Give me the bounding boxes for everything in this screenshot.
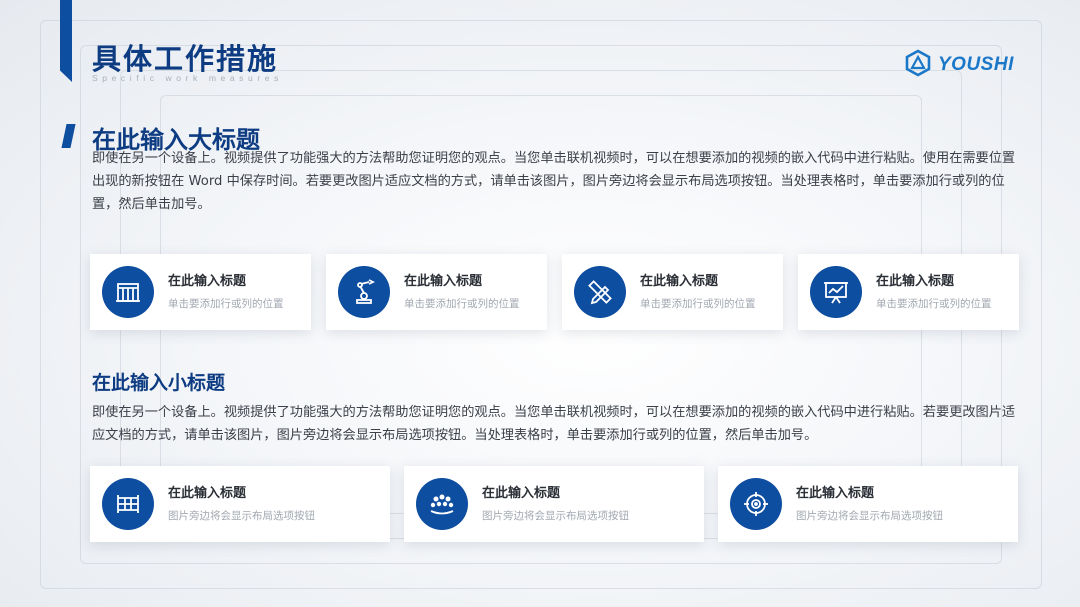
card: 在此输入标题 单击要添加行或列的位置 — [798, 254, 1019, 330]
presentation-chart-icon — [810, 266, 862, 318]
card-title: 在此输入标题 — [168, 486, 247, 501]
subsection-paragraph: 即使在另一个设备上。视频提供了功能强大的方法帮助您证明您的观点。当您单击联机视频… — [92, 405, 1016, 443]
card-title: 在此输入标题 — [168, 274, 247, 289]
logo-text: YOUSHI — [938, 54, 1014, 75]
card-title: 在此输入标题 — [482, 486, 561, 501]
pencil-ruler-icon — [574, 266, 626, 318]
card: 在此输入标题 单击要添加行或列的位置 — [562, 254, 783, 330]
section-paragraph: 即使在另一个设备上。视频提供了功能强大的方法帮助您证明您的观点。当您单击联机视频… — [92, 151, 1016, 212]
card-desc: 单击要添加行或列的位置 — [640, 298, 756, 310]
card-desc: 图片旁边将会显示布局选项按钮 — [168, 510, 315, 522]
card-title: 在此输入标题 — [640, 274, 719, 289]
section-cards: 在此输入标题 单击要添加行或列的位置 在此输入标题 单击要添加行或列的位置 在此… — [90, 254, 1019, 330]
logo: YOUSHI — [905, 49, 1014, 81]
page-title: 具体工作措施 — [92, 42, 279, 76]
card: 在此输入标题 单击要添加行或列的位置 — [90, 254, 311, 330]
card-title: 在此输入标题 — [796, 486, 875, 501]
card-title: 在此输入标题 — [876, 274, 955, 289]
target-icon — [730, 478, 782, 530]
card: 在此输入标题 单击要添加行或列的位置 — [326, 254, 547, 330]
subsection-title: 在此输入小标题 — [92, 372, 226, 394]
card: 在此输入标题 图片旁边将会显示布局选项按钮 — [718, 466, 1018, 542]
building-icon — [102, 266, 154, 318]
card-title: 在此输入标题 — [404, 274, 483, 289]
logo-hexagon-icon — [905, 49, 931, 81]
header-accent-bar — [60, 0, 72, 82]
page-subtitle: Specific work measures — [92, 73, 283, 83]
robot-arm-icon — [338, 266, 390, 318]
structure-icon — [102, 478, 154, 530]
card-desc: 单击要添加行或列的位置 — [876, 298, 992, 310]
team-icon — [416, 478, 468, 530]
card-desc: 图片旁边将会显示布局选项按钮 — [482, 510, 629, 522]
card-desc: 单击要添加行或列的位置 — [404, 298, 520, 310]
subsection-cards: 在此输入标题 图片旁边将会显示布局选项按钮 在此输入标题 图片旁边将会显示布局选… — [90, 466, 1018, 542]
card: 在此输入标题 图片旁边将会显示布局选项按钮 — [90, 466, 390, 542]
card-desc: 图片旁边将会显示布局选项按钮 — [796, 510, 943, 522]
card-desc: 单击要添加行或列的位置 — [168, 298, 284, 310]
card: 在此输入标题 图片旁边将会显示布局选项按钮 — [404, 466, 704, 542]
